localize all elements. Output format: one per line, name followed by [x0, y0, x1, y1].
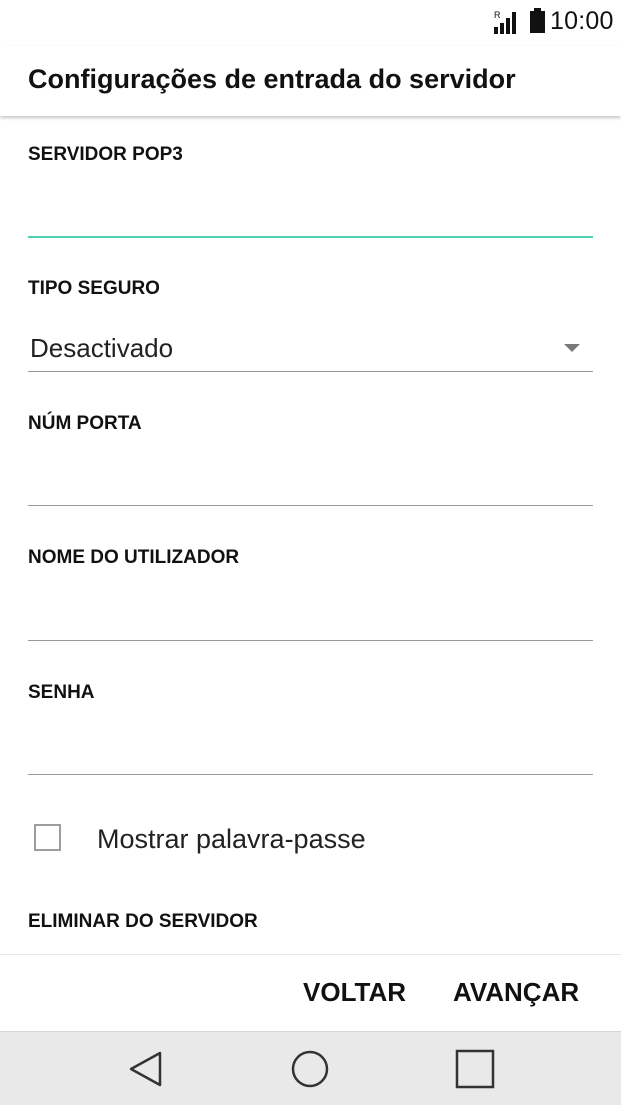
navigation-bar: [0, 1031, 621, 1105]
bottom-action-bar: VOLTAR AVANÇAR: [0, 954, 621, 1031]
dropdown-arrow-icon[interactable]: [564, 344, 580, 352]
password-underline: [28, 774, 593, 775]
username-underline: [28, 640, 593, 641]
password-label: SENHA: [28, 682, 95, 703]
roaming-indicator: R: [494, 10, 501, 20]
status-clock: 10:00: [550, 7, 614, 35]
back-button[interactable]: VOLTAR: [303, 977, 406, 1008]
show-password-label[interactable]: Mostrar palavra-passe: [97, 824, 366, 855]
port-input[interactable]: [28, 462, 593, 500]
page-title: Configurações de entrada do servidor: [28, 64, 516, 94]
server-input[interactable]: [28, 192, 593, 230]
signal-icon: R: [494, 10, 516, 34]
next-button[interactable]: AVANÇAR: [453, 977, 579, 1008]
back-triangle-icon[interactable]: [124, 1046, 170, 1092]
status-bar: R 10:00: [0, 0, 621, 46]
security-type-label: TIPO SEGURO: [28, 278, 160, 299]
server-underline: [28, 236, 593, 238]
recents-square-icon[interactable]: [452, 1046, 498, 1092]
username-label: NOME DO UTILIZADOR: [28, 547, 240, 568]
delete-from-server-label: ELIMINAR DO SERVIDOR: [28, 911, 258, 932]
password-input[interactable]: [28, 731, 593, 769]
show-password-checkbox[interactable]: [34, 824, 61, 851]
port-label: NÚM PORTA: [28, 413, 142, 434]
username-input[interactable]: [28, 596, 593, 634]
server-label: SERVIDOR POP3: [28, 144, 183, 165]
security-type-underline: [28, 371, 593, 372]
home-circle-icon[interactable]: [287, 1046, 333, 1092]
port-underline: [28, 505, 593, 506]
app-bar: Configurações de entrada do servidor: [0, 46, 621, 116]
battery-icon: [530, 8, 545, 33]
security-type-value[interactable]: Desactivado: [30, 333, 173, 364]
